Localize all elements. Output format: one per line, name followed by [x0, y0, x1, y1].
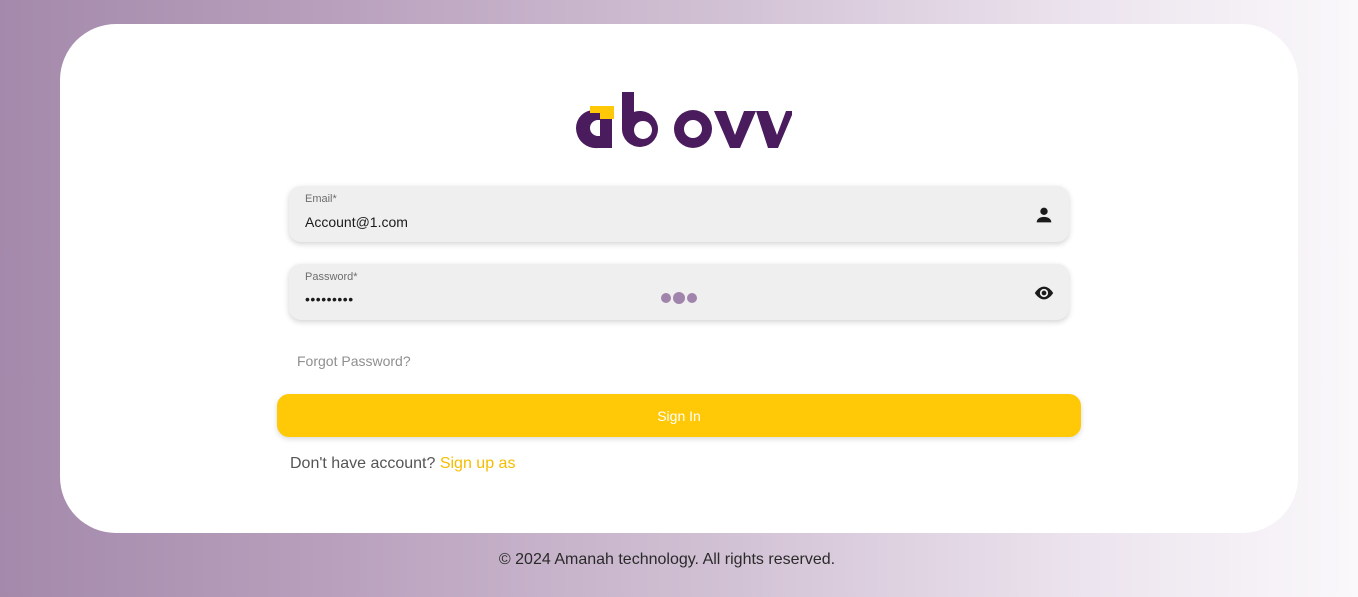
eye-icon[interactable]	[1033, 282, 1055, 304]
signup-link[interactable]: Sign up as	[440, 455, 516, 472]
login-card: Email* Account@1.com Password* •••••••••…	[60, 24, 1298, 533]
signup-row: Don't have account? Sign up as	[290, 455, 515, 473]
abovv-logo	[575, 92, 792, 149]
email-label: Email*	[305, 193, 337, 205]
forgot-password-link[interactable]: Forgot Password?	[297, 353, 411, 369]
password-field[interactable]: Password* •••••••••	[289, 264, 1069, 320]
sign-in-button[interactable]: Sign In	[277, 394, 1081, 437]
footer-copyright: © 2024 Amanah technology. All rights res…	[498, 551, 836, 568]
email-input[interactable]: Account@1.com	[305, 214, 1005, 230]
person-icon	[1036, 207, 1052, 223]
loading-dots-icon	[661, 292, 697, 304]
email-field[interactable]: Email* Account@1.com	[289, 186, 1069, 242]
signup-prompt: Don't have account?	[290, 455, 436, 472]
password-input[interactable]: •••••••••	[305, 291, 1005, 307]
password-label: Password*	[305, 271, 358, 283]
